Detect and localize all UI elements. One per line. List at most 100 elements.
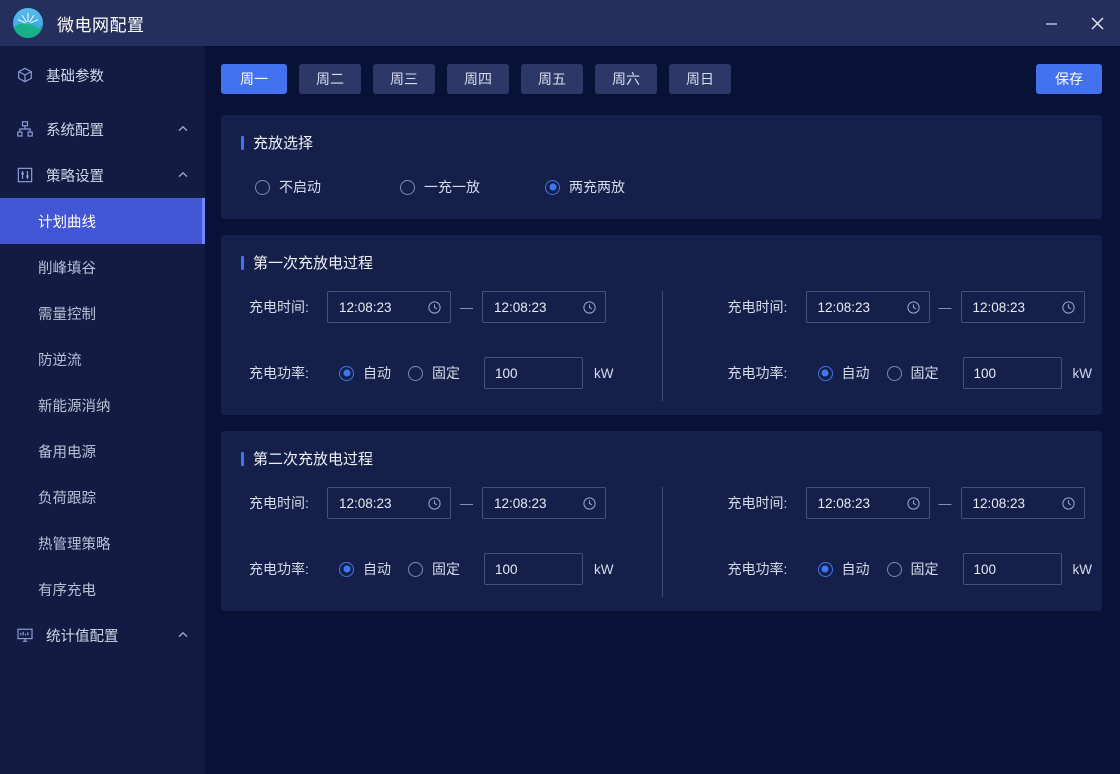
clock-icon[interactable]: [427, 496, 442, 511]
sidebar-item-backup-power[interactable]: 备用电源: [0, 428, 205, 474]
card-title-text: 充放选择: [253, 132, 313, 153]
radio-dot-icon: [545, 180, 560, 195]
charge-time-start-input[interactable]: 12:08:23: [806, 487, 930, 519]
card-title: 第二次充放电过程: [221, 448, 1102, 469]
radio-power-fixed[interactable]: 固定: [887, 363, 939, 383]
tab-wednesday[interactable]: 周三: [373, 64, 435, 94]
tab-friday[interactable]: 周五: [521, 64, 583, 94]
clock-icon[interactable]: [906, 300, 921, 315]
clock-icon[interactable]: [582, 496, 597, 511]
charge-time-end-input[interactable]: 12:08:23: [961, 291, 1085, 323]
charge-time-start-input[interactable]: 12:08:23: [806, 291, 930, 323]
save-button[interactable]: 保存: [1036, 64, 1102, 94]
radio-dot-icon: [818, 562, 833, 577]
charge-power-input[interactable]: 100: [484, 357, 583, 389]
tab-tuesday[interactable]: 周二: [299, 64, 361, 94]
sidebar-item-peak-shaving[interactable]: 削峰填谷: [0, 244, 205, 290]
sidebar-item-load-tracking[interactable]: 负荷跟踪: [0, 474, 205, 520]
radio-power-auto[interactable]: 自动: [339, 559, 391, 579]
radio-power-fixed[interactable]: 固定: [408, 363, 460, 383]
radio-label: 固定: [432, 559, 460, 579]
radio-label: 两充两放: [569, 177, 625, 197]
sidebar-item-label: 统计值配置: [46, 625, 177, 646]
charge-time-end-input[interactable]: 12:08:23: [961, 487, 1085, 519]
charge-time-start-input[interactable]: 12:08:23: [327, 487, 451, 519]
charge-time-row: 充电时间: 12:08:23 — 12:08:23: [249, 291, 662, 323]
charge-time-end-input[interactable]: 12:08:23: [482, 291, 606, 323]
charge-power-input[interactable]: 100: [963, 553, 1062, 585]
sidebar-item-label: 计划曲线: [38, 211, 96, 232]
power-unit-label: kW: [1073, 562, 1093, 577]
sidebar-item-label: 负荷跟踪: [38, 487, 96, 508]
sidebar-item-basic-params[interactable]: 基础参数: [0, 52, 205, 98]
charge-power-input[interactable]: 100: [963, 357, 1062, 389]
mode-radio-group: 不启动 一充一放 两充两放: [221, 159, 1102, 219]
radio-dot-icon: [818, 366, 833, 381]
sidebar-item-demand-control[interactable]: 需量控制: [0, 290, 205, 336]
charge-time-label: 充电时间:: [728, 493, 806, 513]
sidebar-item-label: 备用电源: [38, 441, 96, 462]
clock-icon[interactable]: [906, 496, 921, 511]
sidebar-item-label: 防逆流: [38, 349, 82, 370]
charge-time-start-input[interactable]: 12:08:23: [327, 291, 451, 323]
chevron-up-icon[interactable]: [177, 123, 189, 135]
sunrise-logo-icon: [13, 8, 43, 38]
radio-dot-icon: [255, 180, 270, 195]
power-value: 100: [974, 562, 997, 577]
radio-dot-icon: [400, 180, 415, 195]
minimize-icon[interactable]: [1028, 0, 1074, 46]
sidebar-item-plan-curve[interactable]: 计划曲线: [0, 198, 205, 244]
tab-thursday[interactable]: 周四: [447, 64, 509, 94]
radio-power-fixed[interactable]: 固定: [887, 559, 939, 579]
radio-dot-icon: [339, 562, 354, 577]
radio-power-auto[interactable]: 自动: [818, 559, 870, 579]
app-title: 微电网配置: [57, 11, 145, 36]
sidebar-item-thermal-management[interactable]: 热管理策略: [0, 520, 205, 566]
sidebar-item-label: 削峰填谷: [38, 257, 96, 278]
time-value: 12:08:23: [494, 300, 582, 315]
sidebar-item-label: 基础参数: [46, 65, 189, 86]
sidebar-item-statistics-config[interactable]: 统计值配置: [0, 612, 205, 658]
sidebar-item-system-config[interactable]: 系统配置: [0, 106, 205, 152]
radio-power-auto[interactable]: 自动: [339, 363, 391, 383]
process-columns: 充电时间: 12:08:23 — 12:08:23: [221, 475, 1102, 611]
radio-power-auto[interactable]: 自动: [818, 363, 870, 383]
chevron-up-icon[interactable]: [177, 169, 189, 181]
sidebar-item-strategy-settings[interactable]: 策略设置: [0, 152, 205, 198]
charge-time-label: 充电时间:: [728, 297, 806, 317]
clock-icon[interactable]: [1061, 300, 1076, 315]
tab-sunday[interactable]: 周日: [669, 64, 731, 94]
clock-icon[interactable]: [1061, 496, 1076, 511]
radio-mode-two-charge-two-discharge[interactable]: 两充两放: [545, 177, 690, 197]
power-value: 100: [495, 366, 518, 381]
card-title-text: 第一次充放电过程: [253, 252, 373, 273]
sidebar-item-label: 有序充电: [38, 579, 96, 600]
sidebar: 基础参数 系统配置: [0, 46, 205, 774]
second-process-card: 第二次充放电过程 充电时间: 12:08:23: [221, 431, 1102, 611]
sidebar-item-ordered-charging[interactable]: 有序充电: [0, 566, 205, 612]
charge-time-end-input[interactable]: 12:08:23: [482, 487, 606, 519]
clock-icon[interactable]: [427, 300, 442, 315]
tab-monday[interactable]: 周一: [221, 64, 287, 94]
charge-time-label: 充电时间:: [249, 297, 327, 317]
process-column-left: 充电时间: 12:08:23 — 12:08:23: [221, 487, 662, 585]
time-range-separator: —: [939, 300, 952, 315]
power-value: 100: [495, 562, 518, 577]
sitemap-icon: [14, 118, 36, 140]
tab-saturday[interactable]: 周六: [595, 64, 657, 94]
radio-power-fixed[interactable]: 固定: [408, 559, 460, 579]
sidebar-item-new-energy-consumption[interactable]: 新能源消纳: [0, 382, 205, 428]
time-value: 12:08:23: [339, 496, 427, 511]
charge-time-row: 充电时间: 12:08:23 — 12:08:23: [728, 487, 1103, 519]
radio-mode-one-charge-one-discharge[interactable]: 一充一放: [400, 177, 545, 197]
clock-icon[interactable]: [582, 300, 597, 315]
charge-power-input[interactable]: 100: [484, 553, 583, 585]
radio-label: 固定: [432, 363, 460, 383]
chevron-up-icon[interactable]: [177, 629, 189, 641]
close-icon[interactable]: [1074, 0, 1120, 46]
radio-label: 自动: [842, 559, 870, 579]
sidebar-item-label: 系统配置: [46, 119, 177, 140]
sidebar-item-anti-backflow[interactable]: 防逆流: [0, 336, 205, 382]
radio-mode-disabled[interactable]: 不启动: [255, 177, 400, 197]
sidebar-item-label: 需量控制: [38, 303, 96, 324]
